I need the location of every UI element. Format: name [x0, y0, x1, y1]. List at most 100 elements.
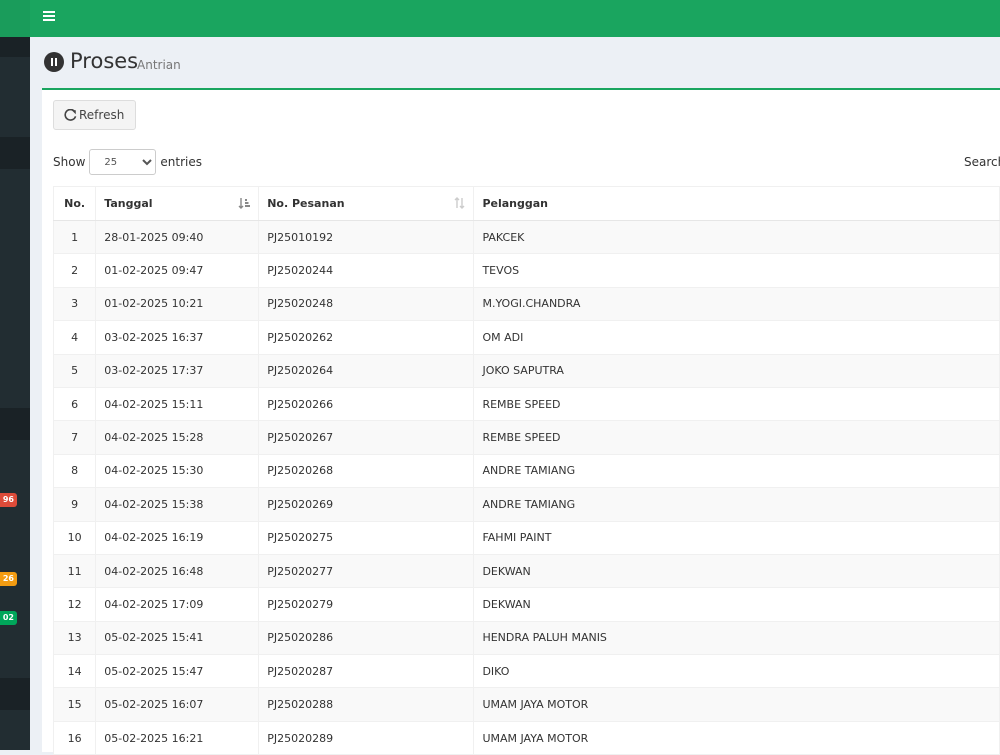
cell-pelanggan: UMAM JAYA MOTOR	[473, 687, 1000, 722]
page-subtitle: Antrian	[137, 58, 181, 72]
table-row[interactable]: 3 01-02-2025 10:21 PJ25020248 M.YOGI.CHANDR…	[52, 286, 1000, 322]
refresh-button-label: Refresh	[79, 108, 125, 122]
cell-no: 7	[52, 420, 97, 455]
sidebar: 96 26 02	[0, 0, 30, 750]
cell-no: 2	[52, 253, 97, 288]
cell-pelanggan: M.YOGI.CHANDRA	[473, 286, 1000, 322]
table-row[interactable]: 2 01-02-2025 09:47 PJ25020244 TEVOS	[52, 253, 1000, 288]
top-navbar	[30, 0, 1000, 37]
cell-tanggal: 04-02-2025 15:11	[95, 386, 260, 422]
cell-no-pesanan: PJ25020268	[258, 453, 475, 489]
cell-no-pesanan: PJ25020288	[258, 687, 475, 722]
table-row[interactable]: 14 05-02-2025 15:47 PJ25020287 DIKO	[52, 654, 1000, 689]
cell-no: 10	[52, 520, 97, 555]
cell-tanggal: 04-02-2025 15:30	[95, 453, 260, 489]
cell-pelanggan: HENDRA PALUH MANIS	[473, 620, 1000, 656]
cell-no: 11	[52, 553, 97, 589]
orders-table: No. Tanggal No. Pesanan Pelanggan 1 28-0…	[52, 186, 1000, 755]
sidebar-logo[interactable]	[0, 0, 30, 37]
cell-no-pesanan: PJ25020266	[258, 386, 475, 422]
sidebar-badge: 26	[0, 572, 17, 586]
cell-pelanggan: DIKO	[473, 654, 1000, 689]
cell-no-pesanan: PJ25020287	[258, 654, 475, 689]
page-length-select[interactable]: 102550100	[89, 149, 157, 175]
cell-tanggal: 03-02-2025 16:37	[95, 320, 260, 355]
cell-no-pesanan: PJ25020267	[258, 420, 475, 455]
cell-pelanggan: REMBE SPEED	[473, 386, 1000, 422]
table-row[interactable]: 10 04-02-2025 16:19 PJ25020275 FAHMI PAINT	[52, 520, 1000, 555]
sidebar-item-active[interactable]	[0, 137, 30, 169]
sidebar-item-active[interactable]	[0, 678, 30, 710]
page-length-control: Show 102550100 entries	[53, 149, 202, 175]
cell-no: 8	[52, 453, 97, 489]
cell-no-pesanan: PJ25020286	[258, 620, 475, 656]
cell-no-pesanan: PJ25020277	[258, 553, 475, 589]
cell-no: 4	[52, 320, 97, 355]
column-header-label: Tanggal	[104, 197, 153, 210]
content-box: Refresh Show 102550100 entries Search No…	[42, 88, 1000, 755]
table-row[interactable]: 5 03-02-2025 17:37 PJ25020264 JOKO SAPUTRA	[52, 353, 1000, 388]
cell-no: 14	[52, 654, 97, 689]
cell-pelanggan: REMBE SPEED	[473, 420, 1000, 455]
show-label: Show	[53, 155, 86, 169]
pause-circle-icon	[44, 52, 64, 72]
column-header-tanggal[interactable]: Tanggal	[95, 186, 260, 221]
table-row[interactable]: 7 04-02-2025 15:28 PJ25020267 REMBE SPEED	[52, 420, 1000, 455]
table-row[interactable]: 1 28-01-2025 09:40 PJ25010192 PAKCEK	[52, 219, 1000, 255]
cell-no: 6	[52, 386, 97, 422]
cell-no-pesanan: PJ25010192	[258, 219, 475, 255]
table-row[interactable]: 13 05-02-2025 15:41 PJ25020286 HENDRA PALUH…	[52, 620, 1000, 656]
table-row[interactable]: 8 04-02-2025 15:30 PJ25020268 ANDRE TAMIANG	[52, 453, 1000, 489]
cell-tanggal: 04-02-2025 16:19	[95, 520, 260, 555]
column-header-no[interactable]: No.	[52, 186, 97, 221]
cell-tanggal: 03-02-2025 17:37	[95, 353, 260, 388]
refresh-icon	[64, 108, 77, 121]
cell-no-pesanan: PJ25020244	[258, 253, 475, 288]
cell-pelanggan: ANDRE TAMIANG	[473, 487, 1000, 522]
cell-pelanggan: ANDRE TAMIANG	[473, 453, 1000, 489]
entries-label: entries	[160, 155, 202, 169]
sidebar-badge: 96	[0, 493, 17, 507]
cell-no: 15	[52, 687, 97, 722]
cell-no: 13	[52, 620, 97, 656]
table-row[interactable]: 12 04-02-2025 17:09 PJ25020279 DEKWAN	[52, 587, 1000, 622]
table-row[interactable]: 6 04-02-2025 15:11 PJ25020266 REMBE SPEED	[52, 386, 1000, 422]
column-header-no-pesanan[interactable]: No. Pesanan	[258, 186, 475, 221]
page-title: Proses	[70, 49, 139, 73]
sidebar-item-active[interactable]	[0, 408, 30, 440]
cell-pelanggan: PAKCEK	[473, 219, 1000, 255]
table-row[interactable]: 9 04-02-2025 15:38 PJ25020269 ANDRE TAMIANG	[52, 487, 1000, 522]
cell-pelanggan: TEVOS	[473, 253, 1000, 288]
cell-tanggal: 04-02-2025 16:48	[95, 553, 260, 589]
cell-no-pesanan: PJ25020275	[258, 520, 475, 555]
table-row[interactable]: 11 04-02-2025 16:48 PJ25020277 DEKWAN	[52, 553, 1000, 589]
cell-pelanggan: JOKO SAPUTRA	[473, 353, 1000, 388]
cell-tanggal: 05-02-2025 15:47	[95, 654, 260, 689]
cell-no-pesanan: PJ25020262	[258, 320, 475, 355]
cell-no-pesanan: PJ25020269	[258, 487, 475, 522]
sidebar-badge: 02	[0, 611, 17, 625]
cell-tanggal: 04-02-2025 15:38	[95, 487, 260, 522]
cell-pelanggan: OM ADI	[473, 320, 1000, 355]
refresh-button[interactable]: Refresh	[53, 100, 137, 130]
hamburger-icon[interactable]	[43, 7, 57, 21]
cell-pelanggan: DEKWAN	[473, 587, 1000, 622]
cell-tanggal: 01-02-2025 10:21	[95, 286, 260, 322]
column-header-label: No. Pesanan	[267, 197, 345, 210]
cell-pelanggan: FAHMI PAINT	[473, 520, 1000, 555]
cell-tanggal: 04-02-2025 15:28	[95, 420, 260, 455]
cell-no-pesanan: PJ25020279	[258, 587, 475, 622]
cell-no: 12	[52, 587, 97, 622]
cell-tanggal: 05-02-2025 16:07	[95, 687, 260, 722]
cell-no: 3	[52, 286, 97, 322]
cell-no-pesanan: PJ25020264	[258, 353, 475, 388]
sidebar-header	[0, 37, 30, 57]
cell-pelanggan: DEKWAN	[473, 553, 1000, 589]
cell-tanggal: 01-02-2025 09:47	[95, 253, 260, 288]
cell-no: 1	[52, 219, 97, 255]
cell-tanggal: 28-01-2025 09:40	[95, 219, 260, 255]
table-row[interactable]: 4 03-02-2025 16:37 PJ25020262 OM ADI	[52, 320, 1000, 355]
column-header-pelanggan[interactable]: Pelanggan	[473, 186, 1000, 221]
table-row[interactable]: 15 05-02-2025 16:07 PJ25020288 UMAM JAYA MO…	[52, 687, 1000, 722]
sort-icon	[454, 197, 465, 209]
